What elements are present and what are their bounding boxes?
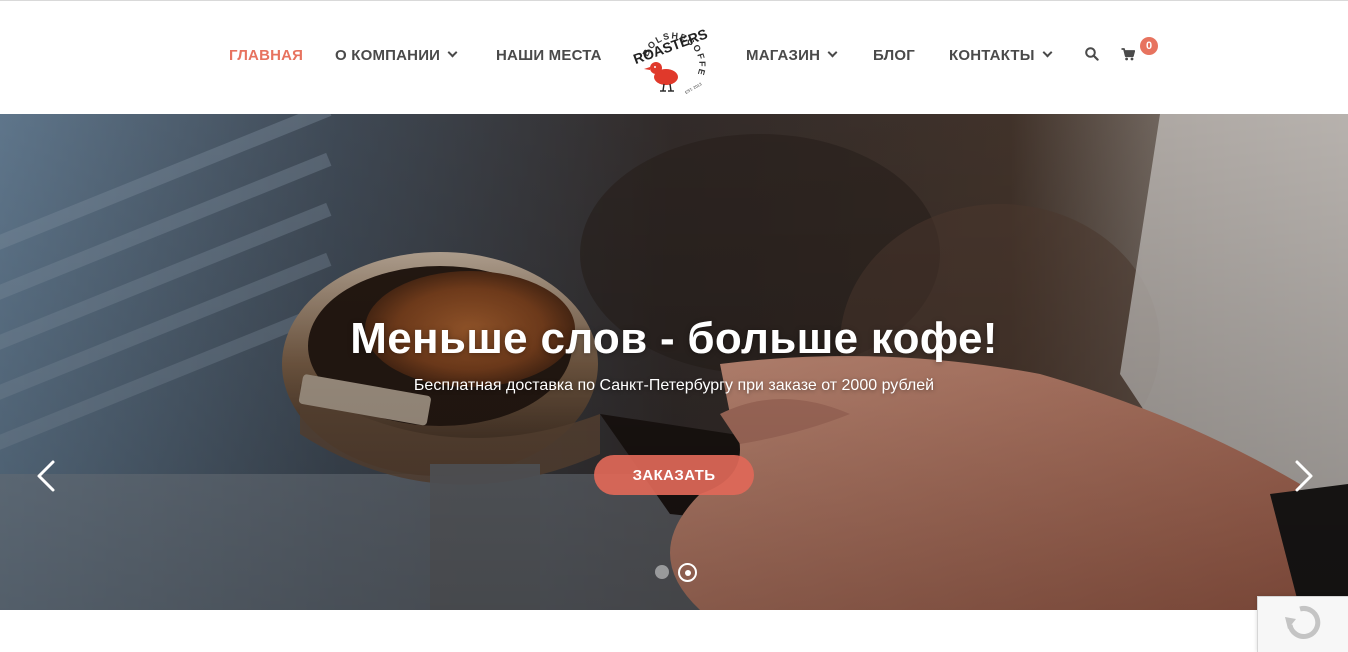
search-button[interactable] xyxy=(1085,47,1099,66)
nav-blog-label: БЛОГ xyxy=(873,46,915,64)
nav-places-label: НАШИ МЕСТА xyxy=(496,46,602,64)
nav-contacts-label: КОНТАКТЫ xyxy=(949,46,1035,64)
cart-icon xyxy=(1121,48,1136,61)
cart-count-badge: 0 xyxy=(1140,37,1158,55)
chevron-down-icon xyxy=(447,47,458,58)
nav-places[interactable]: НАШИ МЕСТА xyxy=(496,45,602,65)
site-header: ГЛАВНАЯ О КОМПАНИИ НАШИ МЕСТА BOLSHECOFF… xyxy=(0,0,1348,114)
search-icon xyxy=(1085,47,1099,61)
slider-dot-2-active[interactable] xyxy=(678,563,697,582)
hero-subtitle: Бесплатная доставка по Санкт-Петербургу … xyxy=(413,377,935,394)
chevron-down-icon xyxy=(1042,47,1053,58)
nav-home[interactable]: ГЛАВНАЯ xyxy=(229,45,303,65)
recaptcha-icon xyxy=(1285,606,1321,639)
chevron-down-icon xyxy=(827,47,838,58)
chevron-left-icon xyxy=(37,460,55,492)
recaptcha-badge[interactable] xyxy=(1257,596,1348,652)
nav-home-label: ГЛАВНАЯ xyxy=(229,46,304,64)
cart-button[interactable] xyxy=(1121,48,1136,66)
nav-about[interactable]: О КОМПАНИИ xyxy=(335,45,458,65)
slider-dot-1[interactable] xyxy=(655,565,669,579)
nav-contacts[interactable]: КОНТАКТЫ xyxy=(949,45,1053,65)
slider-prev-button[interactable] xyxy=(31,454,61,498)
duck-icon xyxy=(644,62,678,92)
chevron-right-icon xyxy=(1295,460,1313,492)
nav-shop[interactable]: МАГАЗИН xyxy=(746,45,838,65)
nav-about-label: О КОМПАНИИ xyxy=(335,46,441,64)
order-button[interactable]: ЗАКАЗАТЬ xyxy=(594,455,754,495)
site-logo[interactable]: BOLSHECOFFEE ROASTERS EST. 2013 xyxy=(624,3,720,103)
slider-next-button[interactable] xyxy=(1289,454,1319,498)
nav-blog[interactable]: БЛОГ xyxy=(873,45,915,65)
hero-title: Меньше слов - больше кофе! xyxy=(350,314,998,363)
nav-shop-label: МАГАЗИН xyxy=(746,46,821,64)
logo-est: EST. 2013 xyxy=(684,81,703,95)
